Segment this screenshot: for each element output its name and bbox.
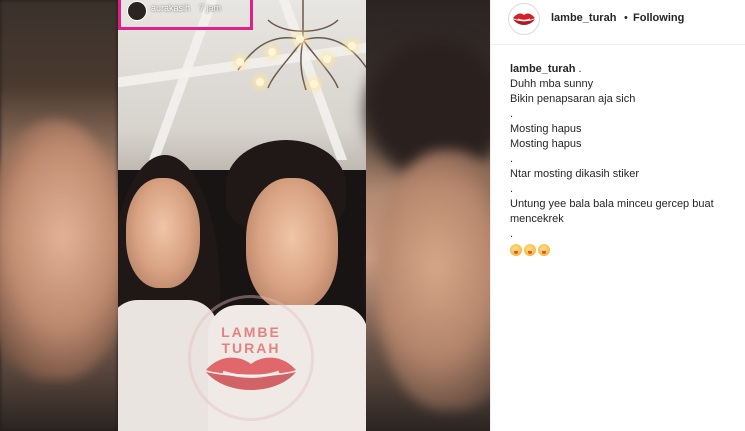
caption-emojis: [510, 244, 735, 256]
lips-logo-icon: [206, 357, 296, 390]
post-caption: lambe_turah . Duhh mba sunny Bikin penap…: [510, 62, 735, 256]
story-timestamp: 7 jam: [199, 3, 222, 13]
post-sidebar: lambe_turah • Following lambe_turah . Du…: [490, 0, 745, 431]
post-header: lambe_turah • Following: [491, 0, 745, 45]
caption-line: Bikin penapsaran aja sich: [510, 93, 636, 105]
following-button[interactable]: Following: [633, 12, 684, 24]
caption-line: Ntar mosting dikasih stiker: [510, 168, 639, 180]
story-header-highlight: aurakasih 7 jam: [118, 0, 253, 30]
caption-line: .: [510, 228, 514, 240]
profile-username[interactable]: lambe_turah: [551, 12, 616, 24]
light-bulb: [236, 58, 244, 66]
caption-line: .: [510, 108, 514, 120]
blurred-face-right: [376, 150, 490, 410]
face-left: [126, 178, 200, 288]
avatar[interactable]: [127, 1, 147, 21]
light-bulb: [256, 78, 264, 86]
blurred-background-left: [0, 0, 130, 431]
light-bulb: [323, 55, 331, 63]
face-savoring-emoji-icon: [524, 244, 536, 256]
light-bulb: [348, 42, 356, 50]
light-bulb: [268, 48, 276, 56]
blurred-face-left: [0, 120, 130, 380]
lambe-turah-watermark: LAMBE TURAH: [188, 295, 314, 421]
caption-line: Mosting hapus: [510, 123, 582, 135]
post-image[interactable]: LAMBE TURAH aurakasih 7 jam: [0, 0, 490, 431]
caption-line: Mosting hapus: [510, 138, 582, 150]
lips-avatar-icon: [513, 13, 535, 25]
caption-line: .: [510, 183, 514, 195]
story-username[interactable]: aurakasih: [151, 3, 190, 13]
separator-dot: •: [624, 12, 628, 24]
face-savoring-emoji-icon: [510, 244, 522, 256]
light-bulb: [310, 80, 318, 88]
face-right: [246, 178, 338, 310]
light-bulb: [296, 35, 304, 43]
profile-avatar[interactable]: [508, 3, 540, 35]
caption-line: .: [510, 153, 514, 165]
caption-line: Untung yee bala bala minceu gercep buat …: [510, 198, 717, 225]
blurred-background-right: [366, 0, 490, 431]
caption-line: Duhh mba sunny: [510, 78, 594, 90]
face-savoring-emoji-icon: [538, 244, 550, 256]
caption-author[interactable]: lambe_turah: [510, 63, 575, 75]
